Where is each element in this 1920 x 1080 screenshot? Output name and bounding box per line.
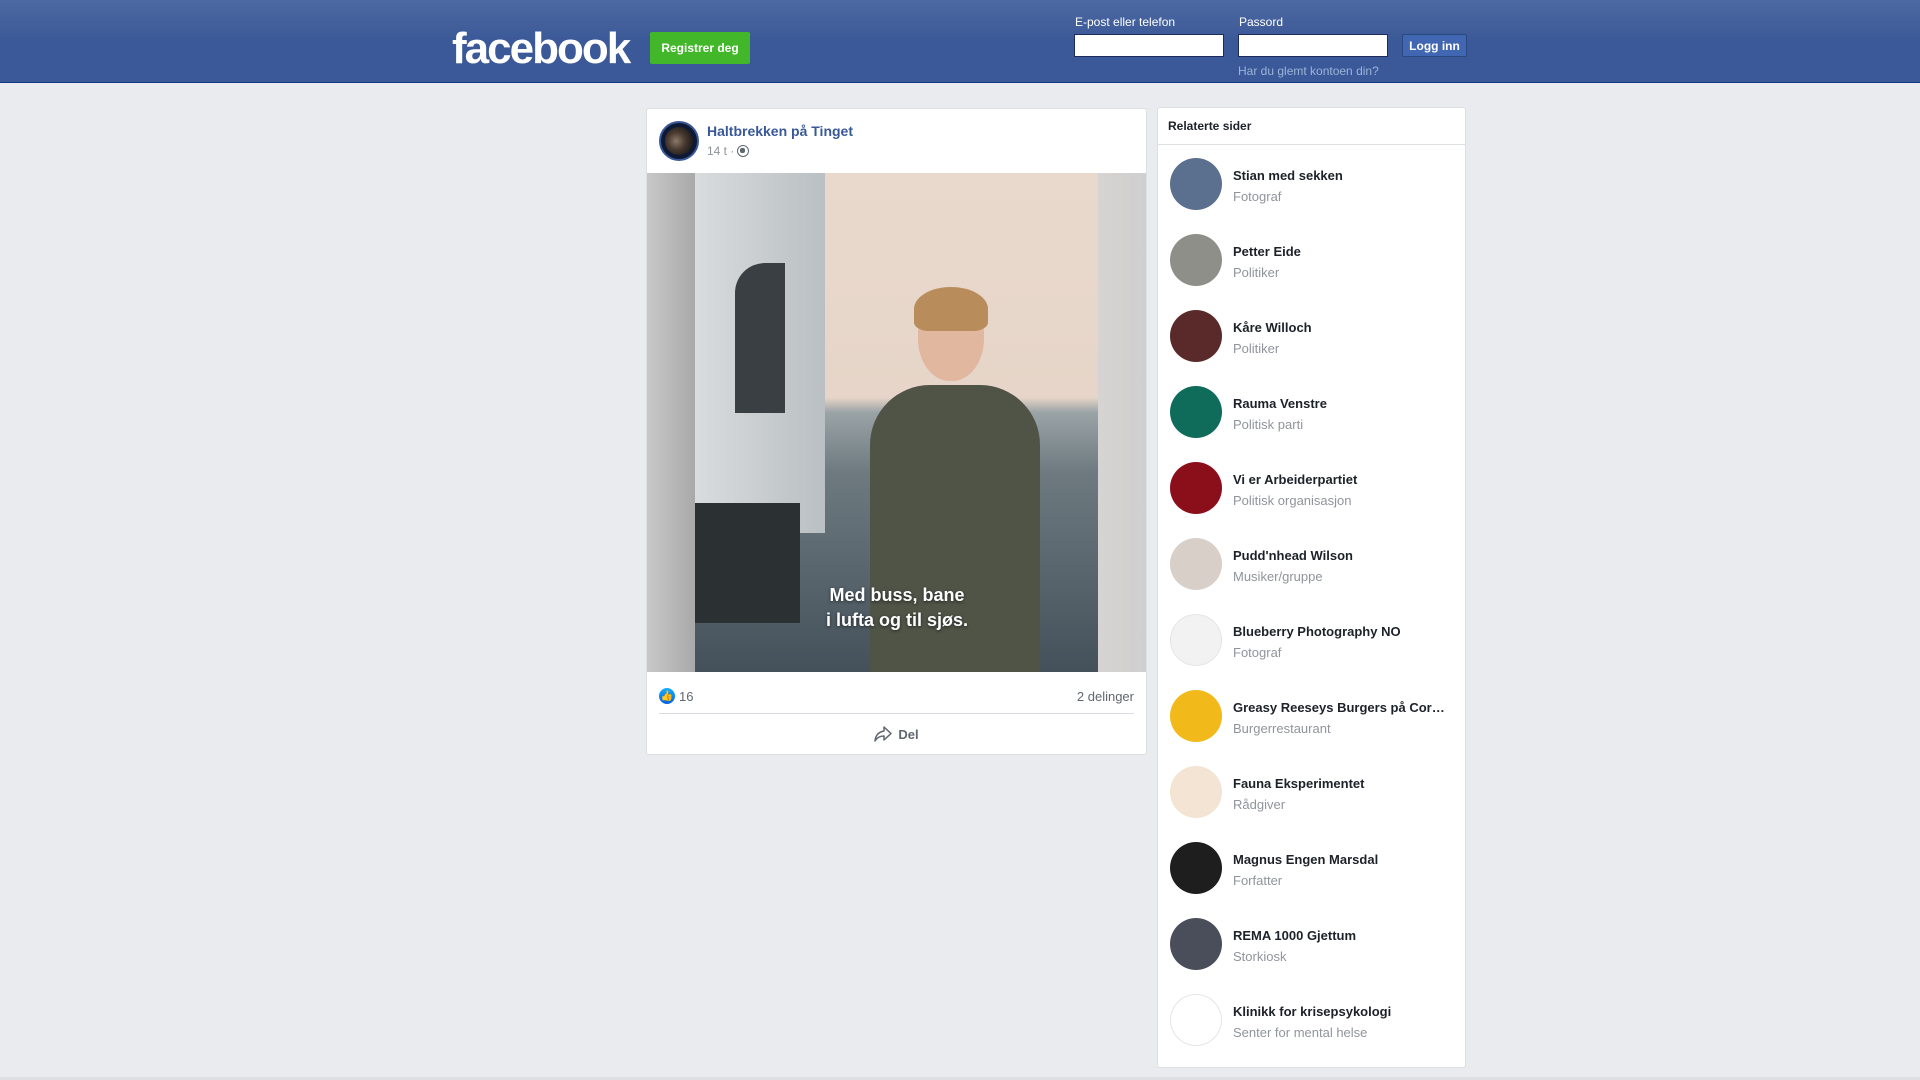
related-page-name[interactable]: REMA 1000 Gjettum bbox=[1233, 928, 1455, 943]
related-page-item[interactable]: Blueberry Photography NO Fotograf bbox=[1170, 614, 1455, 668]
post-time[interactable]: 14 t · bbox=[707, 144, 734, 158]
related-page-avatar[interactable] bbox=[1170, 918, 1222, 970]
related-page-name[interactable]: Petter Eide bbox=[1233, 244, 1455, 259]
related-page-item[interactable]: Greasy Reeseys Burgers på Cor… Burgerrest… bbox=[1170, 690, 1455, 744]
post-meta: 14 t · bbox=[707, 144, 750, 158]
related-page-category: Musiker/gruppe bbox=[1233, 569, 1323, 584]
post-video[interactable]: Med buss, bane i lufta og til sjøs. bbox=[647, 173, 1146, 672]
related-page-item[interactable]: Vi er Arbeiderpartiet Politisk organisasj… bbox=[1170, 462, 1455, 516]
related-page-item[interactable]: Rauma Venstre Politisk parti bbox=[1170, 386, 1455, 440]
globe-icon bbox=[737, 145, 750, 157]
related-page-name[interactable]: Greasy Reeseys Burgers på Cor… bbox=[1233, 700, 1455, 715]
share-button[interactable]: Del bbox=[659, 717, 1134, 751]
email-input[interactable] bbox=[1074, 34, 1224, 57]
related-pages-panel: Relaterte sider Stian med sekken Fotograf… bbox=[1157, 107, 1466, 1068]
related-page-name[interactable]: Magnus Engen Marsdal bbox=[1233, 852, 1455, 867]
related-page-item[interactable]: Kåre Willoch Politiker bbox=[1170, 310, 1455, 364]
related-page-avatar[interactable] bbox=[1170, 994, 1222, 1046]
related-page-item[interactable]: REMA 1000 Gjettum Storkiosk bbox=[1170, 918, 1455, 972]
post-stats: 👍 16 2 delinger bbox=[659, 687, 1134, 707]
related-page-category: Fotograf bbox=[1233, 645, 1282, 660]
related-page-item[interactable]: Stian med sekken Fotograf bbox=[1170, 158, 1455, 212]
related-page-category: Senter for mental helse bbox=[1233, 1025, 1368, 1040]
related-page-item[interactable]: Magnus Engen Marsdal Forfatter bbox=[1170, 842, 1455, 896]
post-card: Haltbrekken på Tinget 14 t · Med buss, b… bbox=[646, 108, 1147, 755]
related-page-avatar[interactable] bbox=[1170, 538, 1222, 590]
related-page-category: Politiker bbox=[1233, 341, 1280, 356]
related-page-category: Politisk organisasjon bbox=[1233, 493, 1352, 508]
email-label: E-post eller telefon bbox=[1075, 15, 1176, 29]
share-icon bbox=[874, 726, 893, 742]
related-page-avatar[interactable] bbox=[1170, 614, 1222, 666]
top-bar: facebook Registrer deg E-post eller tele… bbox=[0, 0, 1920, 83]
related-page-name[interactable]: Kåre Willoch bbox=[1233, 320, 1455, 335]
related-page-category: Storkiosk bbox=[1233, 949, 1287, 964]
like-count[interactable]: 16 bbox=[679, 689, 693, 704]
like-icon[interactable]: 👍 bbox=[659, 688, 675, 704]
video-caption: Med buss, bane i lufta og til sjøs. bbox=[825, 585, 968, 630]
related-page-avatar[interactable] bbox=[1170, 158, 1222, 210]
password-label: Passord bbox=[1239, 15, 1284, 29]
related-page-item[interactable]: Pudd'nhead Wilson Musiker/gruppe bbox=[1170, 538, 1455, 592]
related-page-category: Rådgiver bbox=[1233, 797, 1286, 812]
related-page-category: Politisk parti bbox=[1233, 417, 1304, 432]
related-page-name[interactable]: Fauna Eksperimentet bbox=[1233, 776, 1455, 791]
related-page-category: Forfatter bbox=[1233, 873, 1283, 888]
register-button[interactable]: Registrer deg bbox=[650, 32, 750, 64]
password-input[interactable] bbox=[1238, 34, 1388, 57]
facebook-logo[interactable]: facebook bbox=[452, 24, 631, 74]
related-page-item[interactable]: Klinikk for krisepsykologi Senter for men… bbox=[1170, 994, 1455, 1048]
forgot-account-link[interactable]: Har du glemt kontoen din? bbox=[1238, 64, 1379, 78]
related-page-item[interactable]: Petter Eide Politiker bbox=[1170, 234, 1455, 288]
video-frame: Med buss, bane i lufta og til sjøs. bbox=[695, 173, 1099, 672]
related-page-avatar[interactable] bbox=[1170, 462, 1222, 514]
related-page-item[interactable]: Fauna Eksperimentet Rådgiver bbox=[1170, 766, 1455, 820]
related-page-avatar[interactable] bbox=[1170, 234, 1222, 286]
post-author-name[interactable]: Haltbrekken på Tinget bbox=[707, 123, 853, 139]
related-page-name[interactable]: Blueberry Photography NO bbox=[1233, 624, 1455, 639]
related-pages-title: Relaterte sider bbox=[1158, 108, 1465, 145]
related-page-category: Fotograf bbox=[1233, 189, 1282, 204]
related-page-avatar[interactable] bbox=[1170, 842, 1222, 894]
related-page-avatar[interactable] bbox=[1170, 690, 1222, 742]
related-page-name[interactable]: Rauma Venstre bbox=[1233, 396, 1455, 411]
related-page-category: Burgerrestaurant bbox=[1233, 721, 1331, 736]
related-page-name[interactable]: Klinikk for krisepsykologi bbox=[1233, 1004, 1455, 1019]
related-page-name[interactable]: Stian med sekken bbox=[1233, 168, 1455, 183]
share-label: Del bbox=[898, 726, 919, 742]
post-author-avatar[interactable] bbox=[659, 121, 699, 161]
related-page-category: Politiker bbox=[1233, 265, 1280, 280]
divider bbox=[659, 713, 1134, 714]
share-count[interactable]: 2 delinger bbox=[1077, 689, 1134, 704]
related-page-avatar[interactable] bbox=[1170, 310, 1222, 362]
related-page-name[interactable]: Pudd'nhead Wilson bbox=[1233, 548, 1455, 563]
login-button[interactable]: Logg inn bbox=[1402, 34, 1467, 57]
related-page-avatar[interactable] bbox=[1170, 766, 1222, 818]
related-page-avatar[interactable] bbox=[1170, 386, 1222, 438]
related-page-name[interactable]: Vi er Arbeiderpartiet bbox=[1233, 472, 1455, 487]
